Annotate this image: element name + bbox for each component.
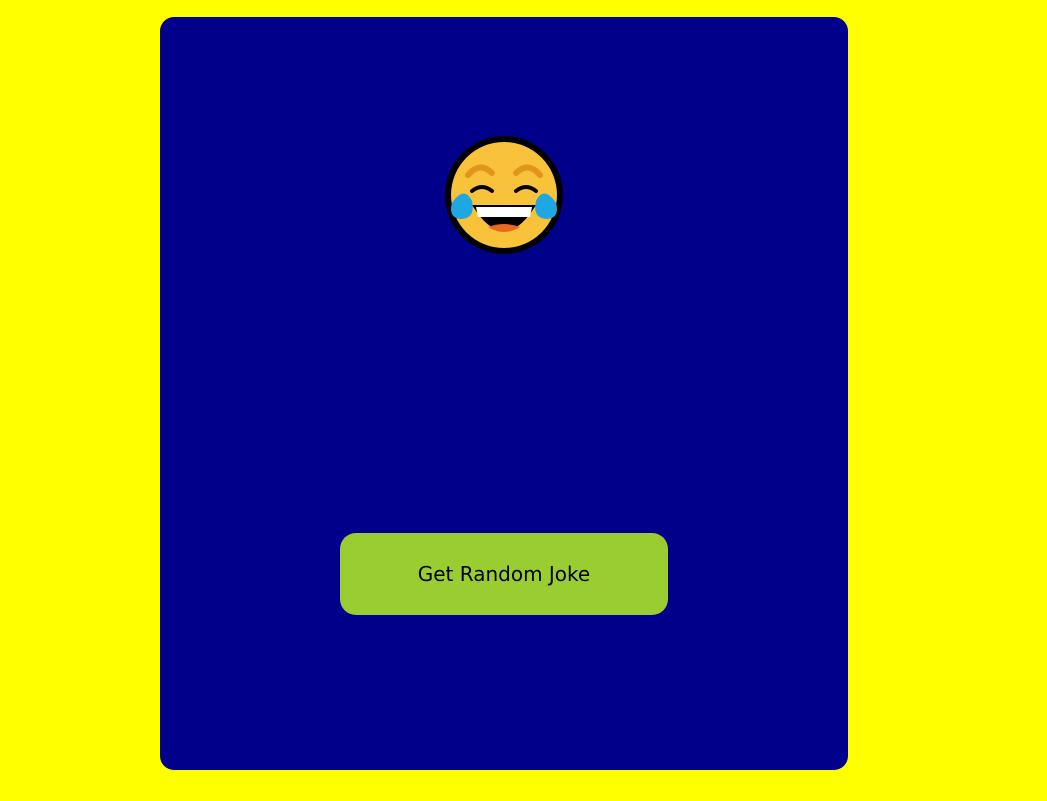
joke-card — [160, 17, 848, 770]
face-with-tears-of-joy-icon — [442, 133, 566, 257]
teeth — [476, 207, 532, 217]
page-background: Get Random Joke — [0, 0, 1047, 801]
get-random-joke-label: Get Random Joke — [417, 562, 591, 586]
get-random-joke-button[interactable]: Get Random Joke — [340, 533, 668, 615]
emoji-svg — [445, 136, 563, 254]
